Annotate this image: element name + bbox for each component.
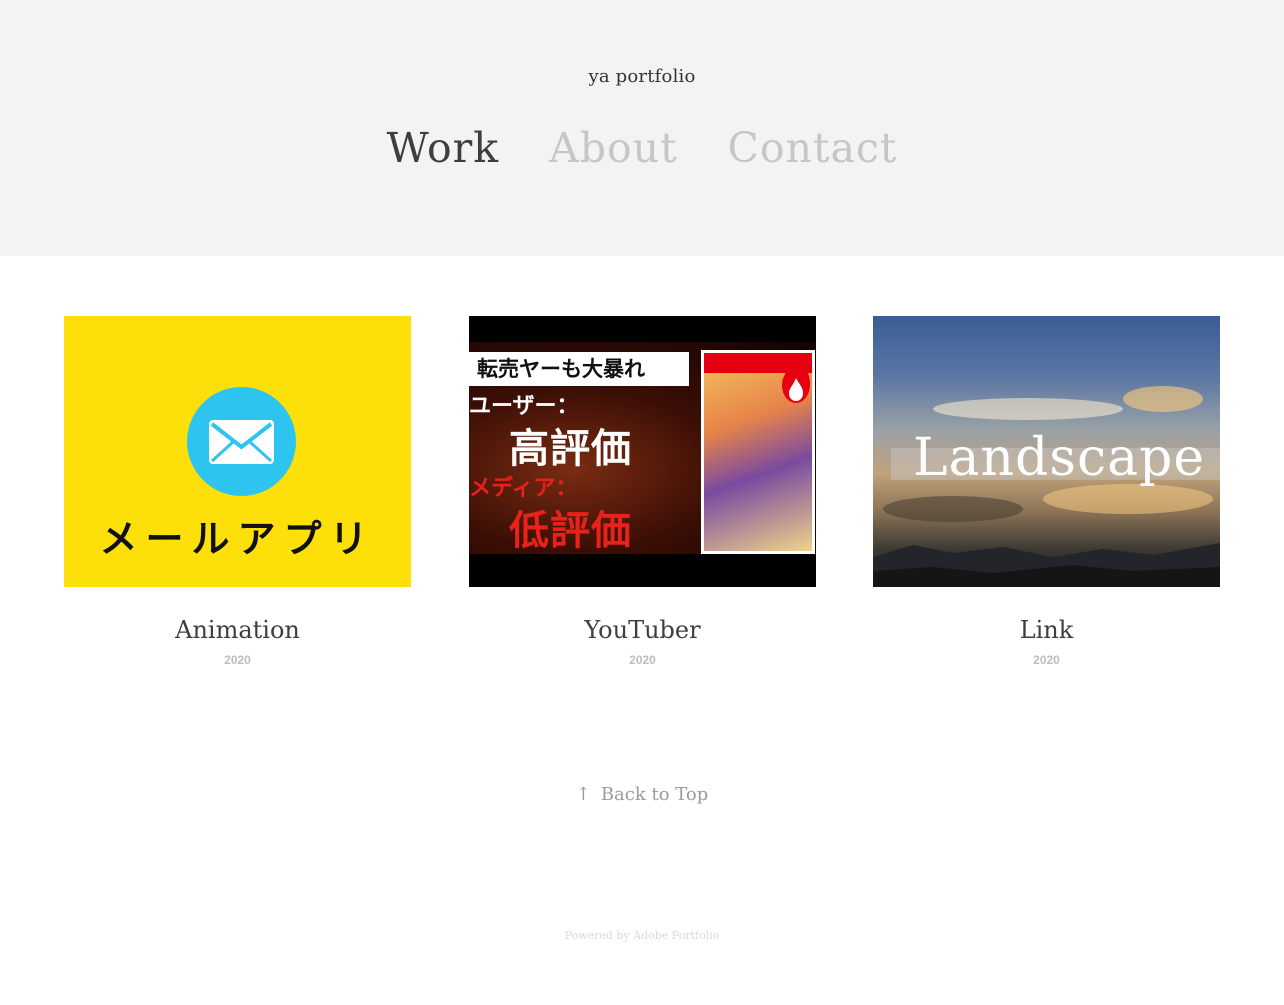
project-thumbnail[interactable]: 転売ヤーも大暴れ ユーザー： 高評価 メディア： 低評価 [469,316,816,587]
thumbnail-text: 高評価 [509,426,632,472]
back-to-top-link[interactable]: ↑ Back to Top [0,784,1284,805]
project-title: Link [1019,616,1074,644]
project-thumbnail[interactable]: メールアプリ [64,316,411,587]
arrow-up-icon: ↑ [575,784,591,805]
project-title: Animation [175,616,300,644]
project-card-animation[interactable]: メールアプリ Animation 2020 [64,316,411,667]
cloud-shape [933,398,1123,420]
project-title: YouTuber [584,616,701,644]
site-header: ya portfolio Work About Contact [0,0,1284,256]
main-nav: Work About Contact [0,122,1284,174]
project-card-link[interactable]: Landscape Link 2020 [873,316,1220,667]
nav-about[interactable]: About [549,122,677,174]
cloud-shape [1123,386,1203,412]
cloud-shape [1043,484,1213,514]
thumbnail-text: 低評価 [509,508,632,554]
cloud-shape [883,496,1023,522]
back-to-top-label: Back to Top [600,784,709,805]
nav-work[interactable]: Work [387,122,500,174]
powered-by-link[interactable]: Powered by Adobe Portfolio [0,929,1284,942]
hills-silhouette [873,543,1220,587]
thumbnail-banner: 転売ヤーも大暴れ [469,352,689,386]
thumbnail-caption: メールアプリ [99,517,376,561]
project-thumbnail[interactable]: Landscape [873,316,1220,587]
project-year: 2020 [629,653,656,667]
fire-icon [782,353,810,403]
thumbnail-caption: Landscape [913,428,1206,488]
project-year: 2020 [1033,653,1060,667]
project-year: 2020 [224,653,251,667]
mail-envelope-icon [187,387,296,496]
site-title-link[interactable]: ya portfolio [0,66,1284,87]
nav-contact[interactable]: Contact [728,122,898,174]
project-card-youtuber[interactable]: 転売ヤーも大暴れ ユーザー： 高評価 メディア： 低評価 YouTuber 20… [469,316,816,667]
